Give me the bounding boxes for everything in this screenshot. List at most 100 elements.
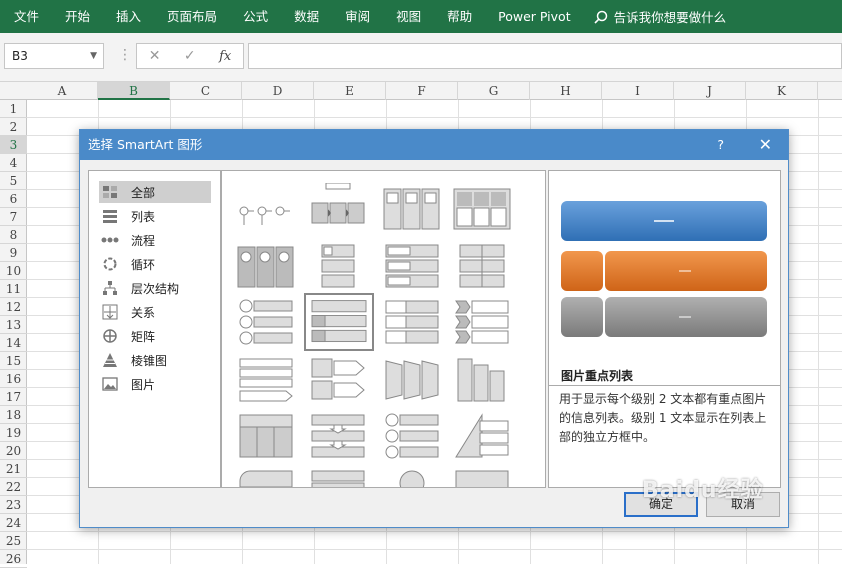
column-header[interactable]: C (170, 82, 242, 100)
row-header[interactable]: 11 (0, 280, 27, 298)
column-header[interactable]: K (746, 82, 818, 100)
chevron-down-icon[interactable]: ▼ (90, 44, 97, 68)
row-header[interactable]: 3 (0, 136, 27, 154)
row-header[interactable]: 18 (0, 406, 27, 424)
layout-thumbnail[interactable] (236, 297, 296, 347)
category-pyramid[interactable]: 棱锥图 (99, 349, 211, 371)
category-label: 流程 (131, 233, 156, 248)
layout-thumbnail[interactable] (382, 241, 442, 291)
row-header[interactable]: 7 (0, 208, 27, 226)
layout-thumbnail[interactable] (452, 355, 512, 405)
layout-thumbnail[interactable] (308, 355, 368, 405)
row-header[interactable]: 5 (0, 172, 27, 190)
name-box[interactable]: B3 ▼ (4, 43, 104, 69)
tab-power-pivot[interactable]: Power Pivot (485, 0, 583, 33)
row-header[interactable]: 14 (0, 334, 27, 352)
column-header[interactable]: G (458, 82, 530, 100)
row-header[interactable]: 15 (0, 352, 27, 370)
category-all[interactable]: 全部 (99, 181, 211, 203)
row-header[interactable]: 19 (0, 424, 27, 442)
column-header[interactable]: E (314, 82, 386, 100)
relationship-icon (101, 304, 119, 320)
all-icon (101, 184, 119, 200)
layout-thumbnail[interactable] (308, 183, 368, 233)
layout-thumbnail[interactable] (382, 297, 442, 347)
category-relationship[interactable]: 关系 (99, 301, 211, 323)
tab-help[interactable]: 帮助 (434, 0, 485, 33)
ribbon-tabs: 文件 开始 插入 页面布局 公式 数据 审阅 视图 帮助 Power Pivot… (0, 0, 842, 33)
row-header[interactable]: 20 (0, 442, 27, 460)
layout-thumbnail[interactable] (236, 241, 296, 291)
insert-function-button[interactable]: fx (219, 49, 231, 64)
layout-thumbnail[interactable] (452, 297, 512, 347)
row-header[interactable]: 26 (0, 550, 27, 568)
close-button[interactable]: ✕ (759, 130, 772, 160)
row-header[interactable]: 24 (0, 514, 27, 532)
category-list-item[interactable]: 列表 (99, 205, 211, 227)
layout-thumbnail[interactable] (308, 241, 368, 291)
column-header[interactable]: J (674, 82, 746, 100)
process-icon (101, 232, 119, 248)
column-header[interactable]: A (27, 82, 98, 100)
column-header[interactable]: H (530, 82, 602, 100)
category-process[interactable]: 流程 (99, 229, 211, 251)
tab-file[interactable]: 文件 (0, 0, 52, 33)
layout-thumbnail[interactable] (236, 467, 296, 488)
tell-me-box[interactable]: 告诉我你想要做什么 (594, 7, 726, 26)
row-header[interactable]: 13 (0, 316, 27, 334)
tab-page-layout[interactable]: 页面布局 (154, 0, 230, 33)
layout-thumbnail[interactable] (452, 467, 512, 488)
tab-data[interactable]: 数据 (281, 0, 332, 33)
category-label: 列表 (131, 209, 156, 224)
cancel-icon[interactable]: ✕ (149, 48, 161, 64)
row-header[interactable]: 12 (0, 298, 27, 316)
layout-thumbnail[interactable] (308, 467, 368, 488)
row-header[interactable]: 2 (0, 118, 27, 136)
row-header[interactable]: 10 (0, 262, 27, 280)
formula-buttons: ✕ ✓ fx (136, 43, 244, 69)
row-header[interactable]: 23 (0, 496, 27, 514)
list-icon (101, 208, 119, 224)
enter-icon[interactable]: ✓ (184, 48, 196, 64)
column-header[interactable]: B (98, 82, 170, 100)
row-header[interactable]: 4 (0, 154, 27, 172)
formula-input[interactable] (248, 43, 842, 69)
category-hierarchy[interactable]: 层次结构 (99, 277, 211, 299)
layout-thumbnail[interactable] (382, 467, 442, 488)
row-header[interactable]: 21 (0, 460, 27, 478)
tab-view[interactable]: 视图 (383, 0, 434, 33)
layout-thumbnail[interactable] (382, 411, 442, 461)
row-header[interactable]: 8 (0, 226, 27, 244)
row-header[interactable]: 1 (0, 100, 27, 118)
category-picture[interactable]: 图片 (99, 373, 211, 395)
row-header[interactable]: 9 (0, 244, 27, 262)
tab-insert[interactable]: 插入 (103, 0, 154, 33)
column-headers: ABCDEFGHIJK (0, 82, 842, 100)
layout-thumbnail[interactable] (452, 241, 512, 291)
column-header[interactable]: D (242, 82, 314, 100)
layout-thumbnail[interactable] (382, 183, 442, 233)
column-header[interactable]: F (386, 82, 458, 100)
row-header[interactable]: 22 (0, 478, 27, 496)
layout-thumbnail[interactable] (308, 411, 368, 461)
layout-thumbnail-selected[interactable] (304, 293, 374, 351)
row-header[interactable]: 16 (0, 370, 27, 388)
layout-thumbnail[interactable] (236, 411, 296, 461)
layout-thumbnail[interactable] (236, 355, 296, 405)
layout-thumbnail[interactable] (452, 183, 512, 233)
category-matrix[interactable]: 矩阵 (99, 325, 211, 347)
column-header[interactable]: I (602, 82, 674, 100)
layout-thumbnail[interactable] (236, 183, 296, 233)
preview-picture-box (561, 251, 603, 291)
tab-home[interactable]: 开始 (52, 0, 103, 33)
tab-review[interactable]: 审阅 (332, 0, 383, 33)
row-header[interactable]: 17 (0, 388, 27, 406)
layout-thumbnail[interactable] (452, 411, 512, 461)
row-header[interactable]: 6 (0, 190, 27, 208)
row-header[interactable]: 25 (0, 532, 27, 550)
dialog-titlebar: 选择 SmartArt 图形 ? ✕ (80, 130, 788, 160)
tab-formulas[interactable]: 公式 (230, 0, 281, 33)
category-cycle[interactable]: 循环 (99, 253, 211, 275)
layout-thumbnail[interactable] (382, 355, 442, 405)
help-button[interactable]: ? (717, 130, 724, 160)
